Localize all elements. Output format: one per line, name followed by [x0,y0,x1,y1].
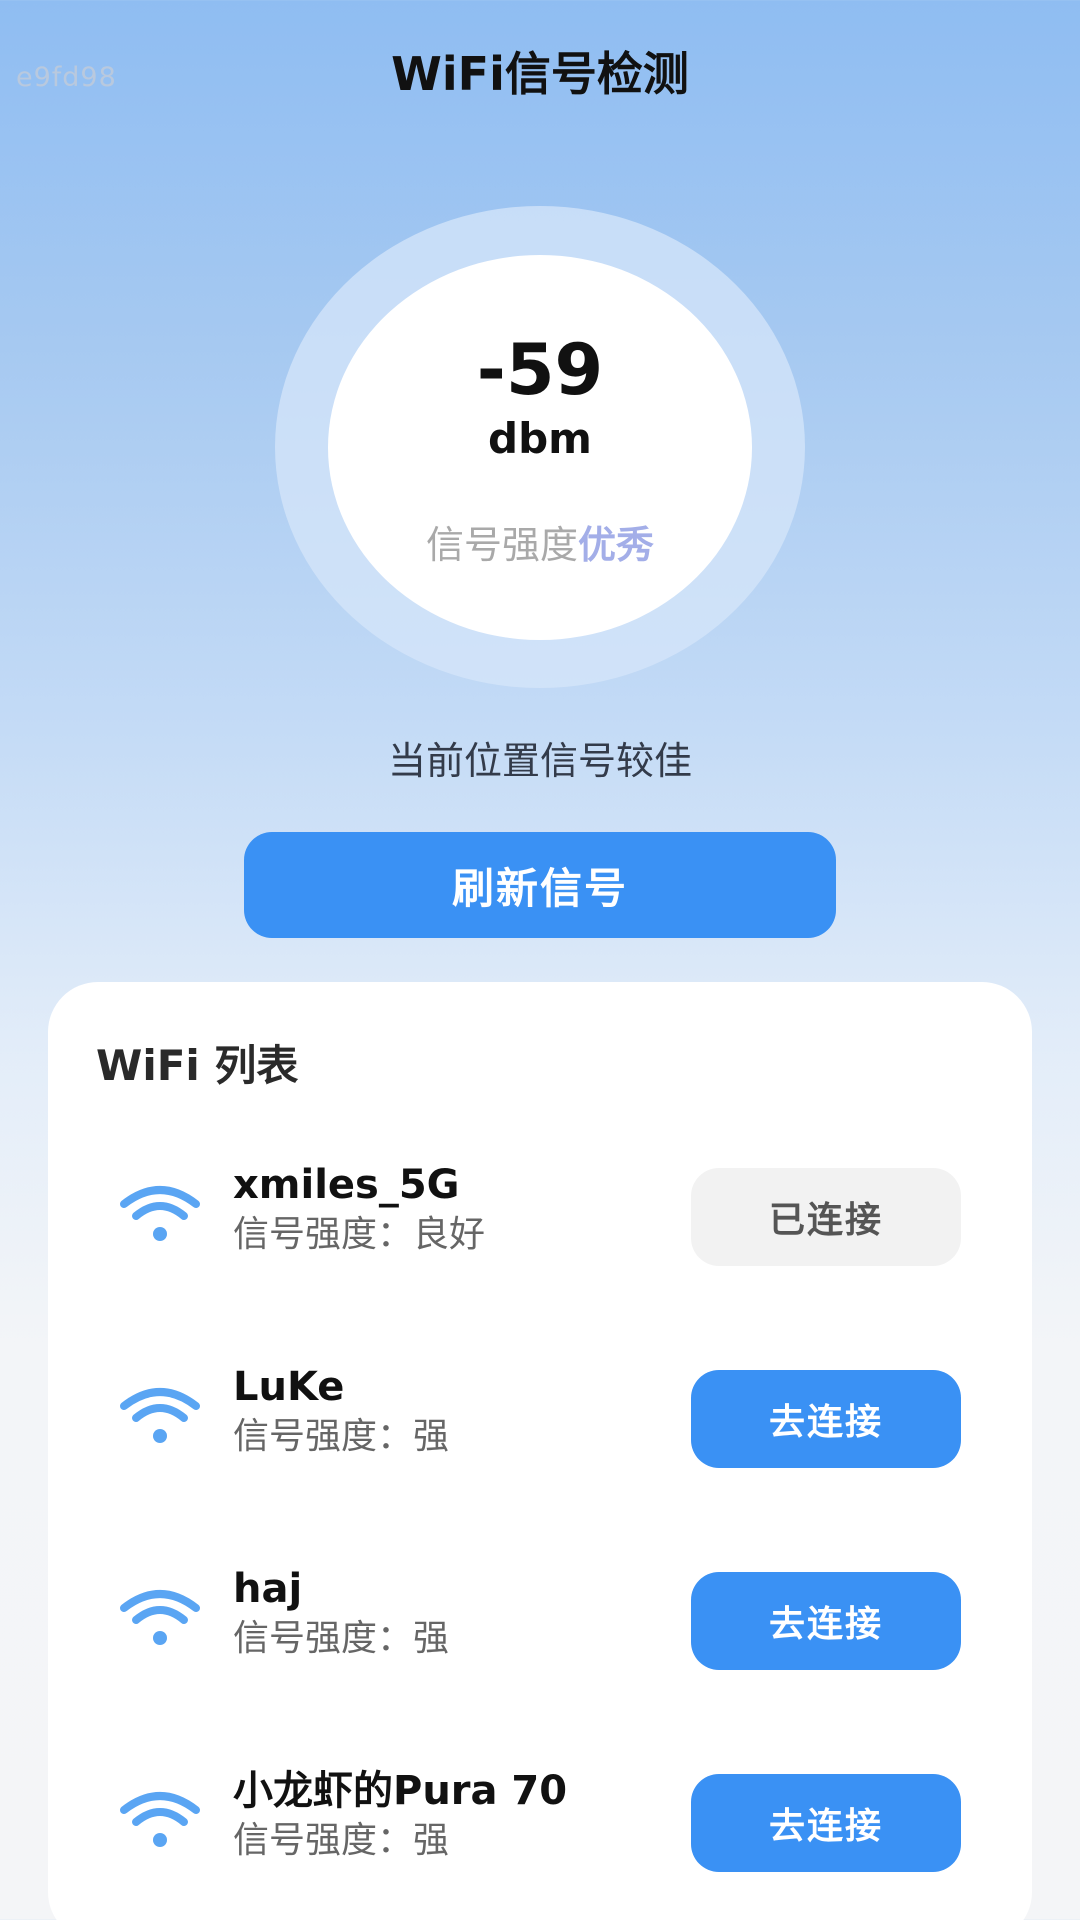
wifi-list-title: WiFi 列表 [96,1041,299,1090]
wifi-name: xmiles_5G [233,1162,460,1208]
signal-strength-text: 信号强度优秀 [328,520,752,570]
signal-strength-label: 信号强度 [425,523,578,567]
page-title: WiFi信号检测 [391,47,689,101]
wifi-list-item[interactable]: haj 信号强度：强 去连接 [48,1564,1032,1670]
wifi-icon [120,1590,200,1645]
refresh-signal-button[interactable]: 刷新信号 [244,832,836,938]
wifi-list-item[interactable]: xmiles_5G 信号强度：良好 已连接 [48,1160,1032,1266]
wifi-icon [120,1388,200,1443]
wifi-strength: 信号强度：强 [233,1416,450,1457]
wifi-icon [120,1792,200,1847]
wifi-list-item[interactable]: 小龙虾的Pura 70 信号强度：强 去连接 [48,1766,1032,1872]
signal-unit: dbm [488,414,592,463]
connect-button[interactable]: 去连接 [691,1572,961,1670]
wifi-strength: 信号强度：强 [233,1820,450,1861]
wifi-name: haj [233,1566,303,1612]
wifi-strength: 信号强度：强 [233,1618,450,1659]
wifi-strength: 信号强度：良好 [233,1214,486,1255]
signal-value: -59 [476,329,604,411]
connect-button[interactable]: 去连接 [691,1774,961,1872]
wifi-name: 小龙虾的Pura 70 [233,1768,568,1814]
connected-button[interactable]: 已连接 [691,1168,961,1266]
wifi-name: LuKe [233,1364,345,1410]
wifi-list-item[interactable]: LuKe 信号强度：强 去连接 [48,1362,1032,1468]
signal-strength-level: 优秀 [578,523,655,567]
wifi-icon [120,1186,200,1241]
connect-button[interactable]: 去连接 [691,1370,961,1468]
location-status: 当前位置信号较佳 [387,739,692,783]
wifi-list-card: WiFi 列表 xmiles_5G 信号强度：良好 已连接 LuKe 信号强度：… [48,982,1032,1920]
